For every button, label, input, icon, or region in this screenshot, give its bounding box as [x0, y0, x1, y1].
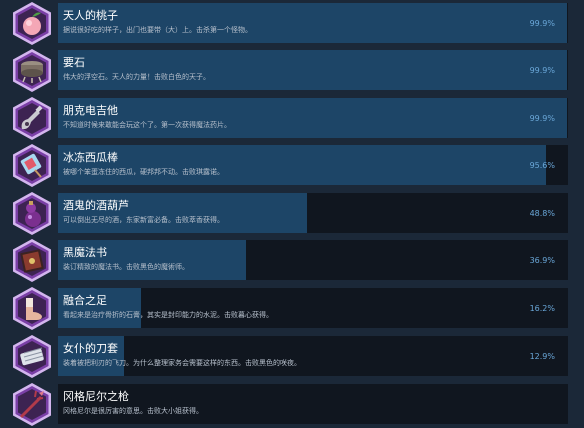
achievement-row[interactable]: 天人的桃子据说很好吃的样子，出门也要带（大）上。击杀第一个怪物。 99.9%	[0, 0, 584, 47]
unlock-percent: 16.2%	[529, 304, 555, 313]
achievement-title: 要石	[63, 56, 85, 69]
achievement-description: 被哪个笨蛋冻住的西瓜，硬邦邦不动。击败琪露诺。	[63, 168, 224, 176]
achievement-row[interactable]: 冰冻西瓜棒被哪个笨蛋冻住的西瓜，硬邦邦不动。击败琪露诺。 95.6%	[0, 142, 584, 189]
foot-icon	[9, 285, 55, 332]
progress-track	[58, 336, 568, 376]
achievement-row[interactable]: 酒鬼的酒葫芦可以倒出无尽的酒，东家新富必备。击败萃香获得。 48.8%	[0, 190, 584, 237]
achievement-row[interactable]: 黑魔法书装订精致的魔法书。击败黑色的魔術师。 36.9%	[0, 237, 584, 284]
achievement-description: 据说很好吃的样子，出门也要带（大）上。击杀第一个怪物。	[63, 26, 252, 34]
knife-case-icon	[9, 333, 55, 380]
achievement-row[interactable]: 女仆的刀套装着被把利刃的飞刀。为什么整理家务会需要这样的东西。击败黑色的咲夜。 1…	[0, 333, 584, 380]
achievement-description: 伟大的浮空石。天人的力量！击败白色的天子。	[63, 73, 210, 81]
unlock-percent: 48.8%	[529, 209, 555, 218]
progress-fill	[58, 145, 546, 185]
achievement-title: 黑魔法书	[63, 246, 107, 259]
achievement-title: 天人的桃子	[63, 9, 118, 22]
achievement-description: 装着被把利刃的飞刀。为什么整理家务会需要这样的东西。击败黑色的咲夜。	[63, 359, 301, 367]
progress-fill	[58, 3, 567, 43]
unlock-percent: 95.6%	[529, 161, 555, 170]
achievement-row[interactable]: 朋克电吉他不知道时候来敢能会玩这个了。第一次获得魔法药片。 99.9%	[0, 95, 584, 142]
achievement-list: 天人的桃子 据说很好吃的样子，出门也要带（大）上。击杀第一个怪物。 99.9% 要石伟…	[0, 0, 584, 428]
progress-fill	[58, 50, 567, 90]
keystone-icon	[9, 47, 55, 94]
unlock-percent: 99.9%	[529, 114, 555, 123]
progress-track	[58, 288, 568, 328]
spear-icon	[9, 381, 55, 428]
achievement-title: 朋克电吉他	[63, 104, 118, 117]
achievement-description: 不知道时候来敢能会玩这个了。第一次获得魔法药片。	[63, 121, 231, 129]
achievement-title: 融合之足	[63, 294, 107, 307]
guitar-icon	[9, 95, 55, 142]
achievement-row[interactable]: 要石伟大的浮空石。天人的力量！击败白色的天子。 99.9%	[0, 47, 584, 94]
progress-track	[58, 145, 568, 185]
gourd-icon	[9, 190, 55, 237]
achievement-title: 女仆的刀套	[63, 342, 118, 355]
achievement-title: 冰冻西瓜棒	[63, 151, 118, 164]
progress-track	[58, 193, 568, 233]
achievement-title: 酒鬼的酒葫芦	[63, 199, 129, 212]
progress-track	[58, 50, 568, 90]
peach-icon	[9, 0, 55, 47]
progress-fill	[58, 98, 567, 138]
achievement-description: 冈格尼尔是很厉害的意思。击败大小姐获得。	[63, 407, 203, 415]
unlock-percent: 99.9%	[529, 66, 555, 75]
progress-track	[58, 240, 568, 280]
achievement-row[interactable]: 冈格尼尔之枪冈格尼尔是很厉害的意思。击败大小姐获得。	[0, 381, 584, 428]
achievement-title: 冈格尼尔之枪	[63, 390, 129, 403]
achievement-row[interactable]: 融合之足看起来是治疗骨折的石膏，其实是封印能力的水泥。击败暮心获得。 16.2%	[0, 285, 584, 332]
achievement-description: 可以倒出无尽的酒，东家新富必备。击败萃香获得。	[63, 216, 224, 224]
unlock-percent: 12.9%	[529, 352, 555, 361]
achievement-description: 看起来是治疗骨折的石膏，其实是封印能力的水泥。击败暮心获得。	[63, 311, 273, 319]
achievement-description: 装订精致的魔法书。击败黑色的魔術师。	[63, 263, 189, 271]
unlock-percent: 99.9%	[529, 19, 555, 28]
ice-bar-icon	[9, 142, 55, 189]
progress-track	[58, 384, 568, 424]
progress-track	[58, 98, 568, 138]
progress-track	[58, 3, 568, 43]
unlock-percent: 36.9%	[529, 256, 555, 265]
spellbook-icon	[9, 237, 55, 284]
